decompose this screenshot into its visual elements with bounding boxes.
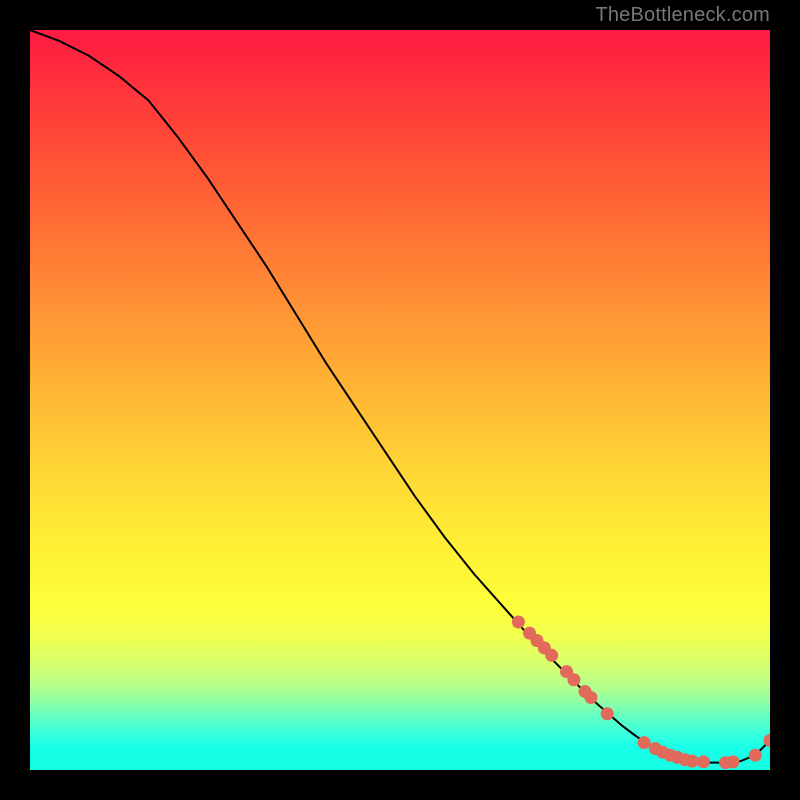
curve-path	[30, 30, 770, 763]
data-marker	[584, 691, 597, 704]
data-marker	[638, 736, 651, 749]
data-marker	[567, 673, 580, 686]
chart-container: TheBottleneck.com	[0, 0, 800, 800]
chart-svg	[30, 30, 770, 770]
data-marker	[686, 755, 699, 768]
data-marker	[512, 616, 525, 629]
curve-line	[30, 30, 770, 763]
data-marker	[545, 649, 558, 662]
data-marker	[727, 755, 740, 768]
data-marker	[697, 755, 710, 768]
data-marker	[749, 749, 762, 762]
curve-markers	[512, 616, 770, 770]
data-marker	[601, 707, 614, 720]
watermark-text: TheBottleneck.com	[595, 4, 770, 27]
plot-area	[30, 30, 770, 770]
